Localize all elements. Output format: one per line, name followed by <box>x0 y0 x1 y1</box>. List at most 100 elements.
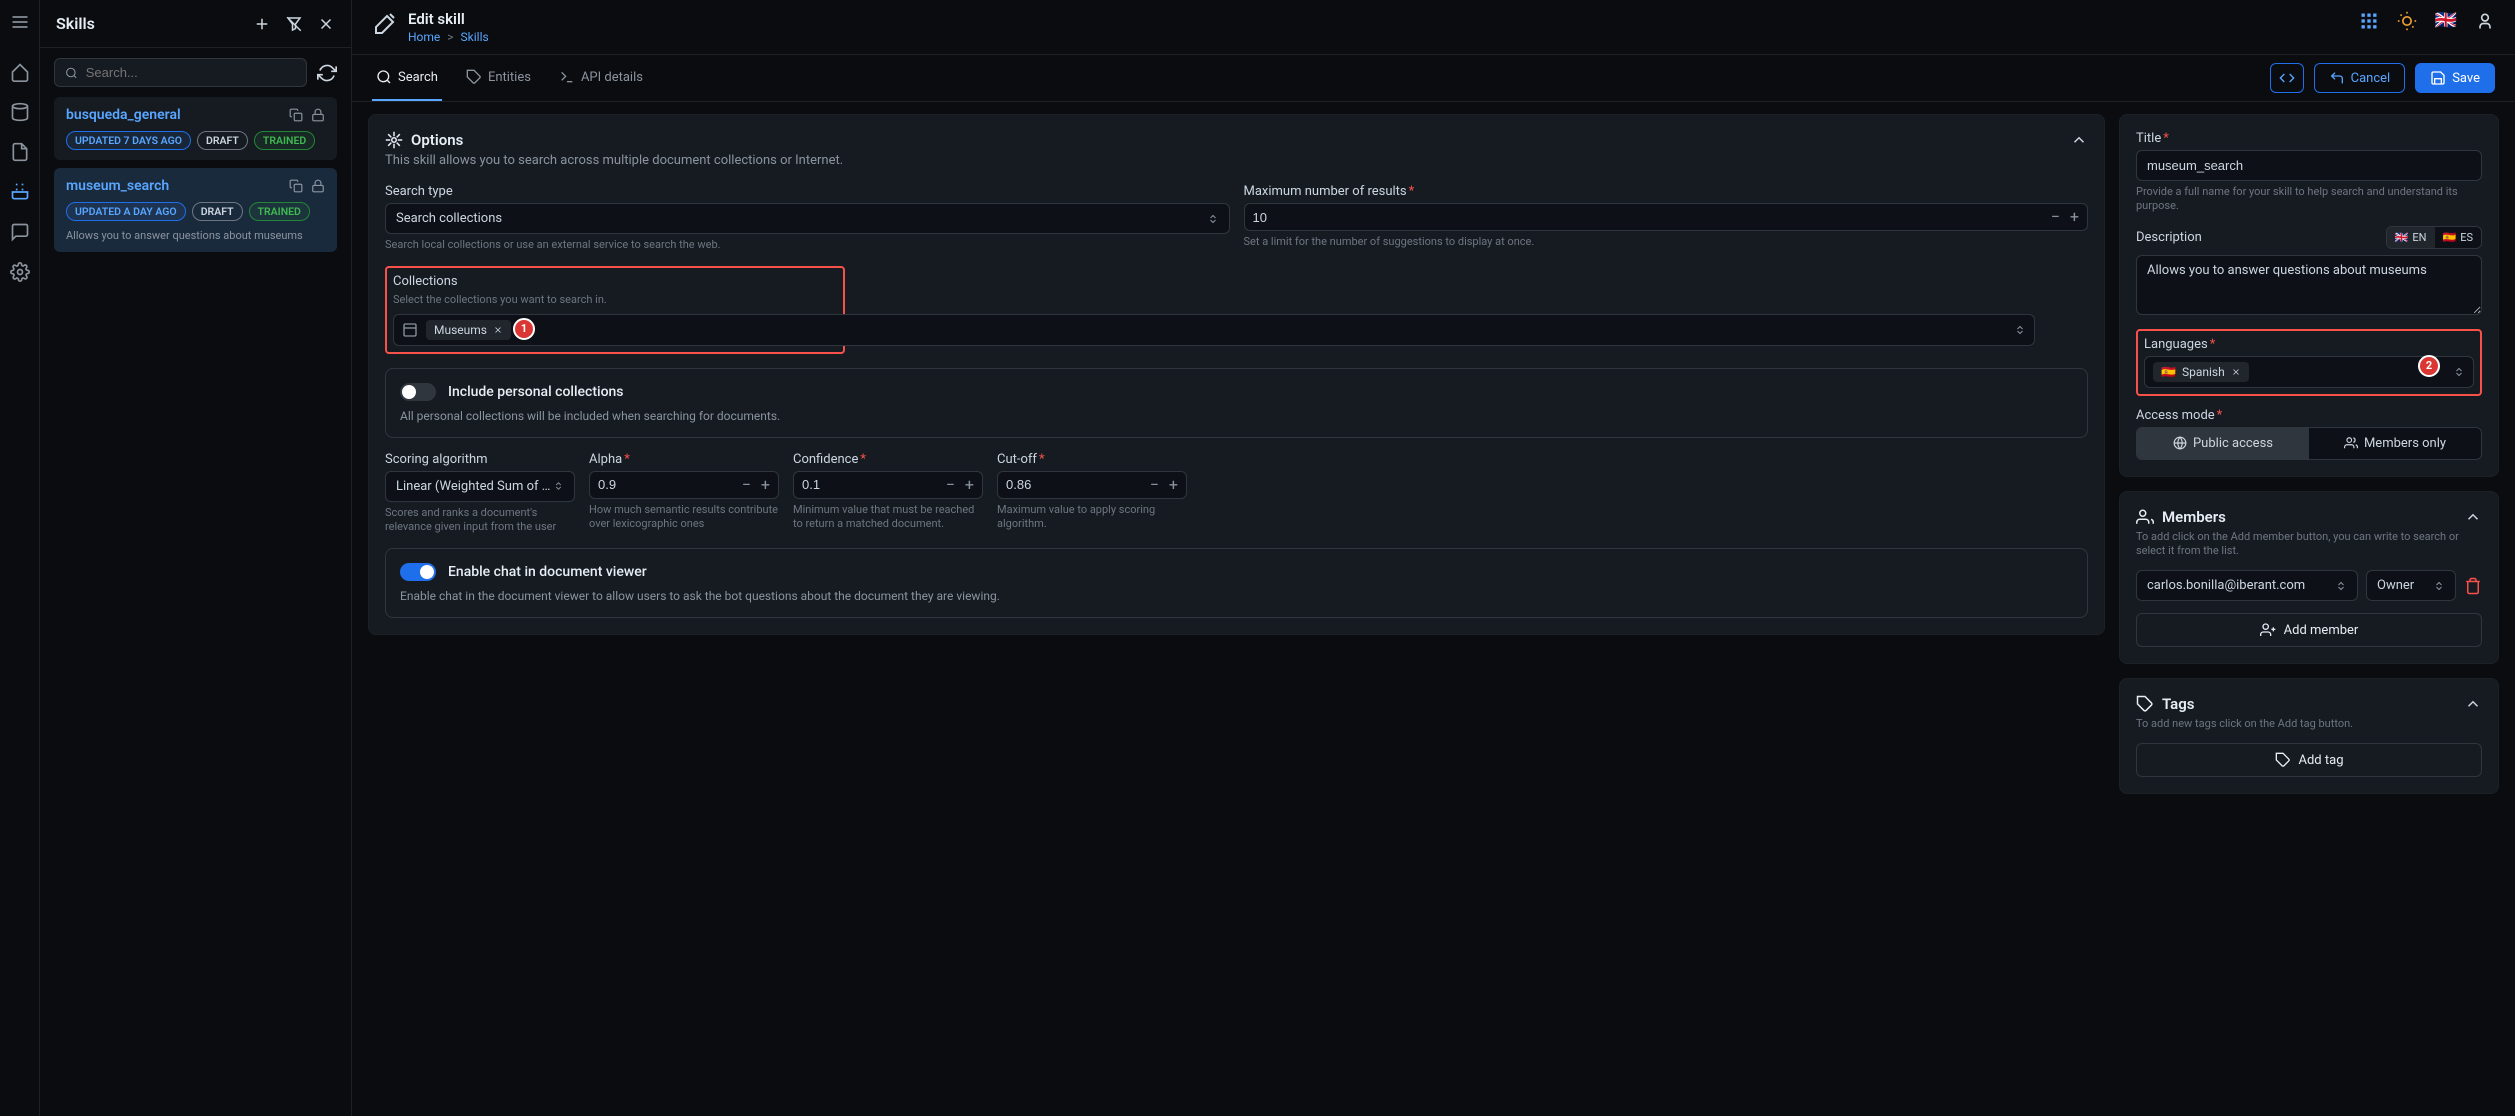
page-title: Edit skill <box>408 10 489 28</box>
add-member-button[interactable]: Add member <box>2136 613 2482 647</box>
tab-entities[interactable]: Entities <box>462 55 535 101</box>
annotation-badge-2: 2 <box>2418 355 2440 377</box>
public-access-button[interactable]: Public access <box>2137 428 2309 459</box>
collapse-icon[interactable] <box>2070 131 2088 149</box>
search-type-label: Search type <box>385 184 1230 199</box>
filter-off-icon[interactable] <box>285 15 303 33</box>
chat-toggle[interactable] <box>400 563 436 581</box>
members-panel: Members To add click on the Add member b… <box>2119 491 2499 665</box>
tag-icon <box>2136 695 2154 713</box>
skill-name: busqueda_general <box>66 107 181 123</box>
theme-icon[interactable] <box>2397 11 2417 31</box>
skill-item[interactable]: busqueda_general UPDATED 7 DAYS AGO DRAF… <box>54 97 337 160</box>
copy-icon[interactable] <box>289 108 303 122</box>
icon-rail <box>0 0 40 1116</box>
max-results-label: Maximum number of results* <box>1244 184 2089 199</box>
skill-desc: Allows you to answer questions about mus… <box>66 229 325 242</box>
tags-panel: Tags To add new tags click on the Add ta… <box>2119 678 2499 794</box>
user-icon[interactable] <box>2475 11 2495 31</box>
undo-icon <box>2329 70 2345 86</box>
chevron-updown-icon <box>2433 580 2445 592</box>
options-subtitle: This skill allows you to search across m… <box>385 153 2088 168</box>
save-icon <box>2430 70 2446 86</box>
menu-icon[interactable] <box>10 12 30 32</box>
gear-icon <box>385 131 403 149</box>
database-icon[interactable] <box>10 102 30 122</box>
add-tag-button[interactable]: Add tag <box>2136 743 2482 777</box>
desc-lang-toggle[interactable]: 🇬🇧 EN 🇪🇸 ES <box>2386 226 2482 249</box>
search-input[interactable] <box>54 58 307 87</box>
chat-icon[interactable] <box>10 222 30 242</box>
delete-member-icon[interactable] <box>2464 577 2482 595</box>
desc-textarea[interactable] <box>2136 255 2482 315</box>
close-icon[interactable] <box>317 15 335 33</box>
chevron-updown-icon <box>1207 213 1219 225</box>
refresh-icon[interactable] <box>317 63 337 83</box>
confidence-input[interactable]: −+ <box>793 471 983 499</box>
search-type-select[interactable]: Search collections <box>385 203 1230 234</box>
access-mode-toggle[interactable]: Public access Members only <box>2136 427 2482 460</box>
remove-chip-icon[interactable] <box>493 325 503 335</box>
cancel-button[interactable]: Cancel <box>2314 63 2406 93</box>
title-input[interactable] <box>2136 150 2482 181</box>
collections-label: Collections <box>393 274 837 289</box>
chevron-updown-icon <box>2453 366 2465 378</box>
skill-name: museum_search <box>66 178 169 194</box>
settings-icon[interactable] <box>10 262 30 282</box>
apps-icon[interactable] <box>2359 11 2379 31</box>
sidebar: Skills busqueda_general <box>40 0 352 1116</box>
updated-badge: UPDATED 7 DAYS AGO <box>66 131 191 150</box>
member-select[interactable]: carlos.bonilla@iberant.com <box>2136 570 2358 601</box>
add-icon[interactable] <box>253 15 271 33</box>
users-icon <box>2136 508 2154 526</box>
save-button[interactable]: Save <box>2415 63 2495 93</box>
search-icon <box>65 66 78 80</box>
code-icon <box>2279 70 2295 86</box>
skill-item[interactable]: museum_search UPDATED A DAY AGO DRAFT TR… <box>54 168 337 252</box>
options-panel: Options This skill allows you to search … <box>368 114 2105 635</box>
sidebar-title: Skills <box>56 14 95 33</box>
collections-input[interactable]: Museums <box>393 314 2035 346</box>
api-icon <box>559 69 575 85</box>
draft-badge: DRAFT <box>197 131 248 150</box>
lock-icon <box>311 179 325 193</box>
remove-chip-icon[interactable] <box>2231 367 2241 377</box>
cutoff-input[interactable]: −+ <box>997 471 1187 499</box>
chevron-updown-icon <box>2014 324 2026 336</box>
collapse-icon[interactable] <box>2464 508 2482 526</box>
tag-icon <box>466 69 482 85</box>
skills-wand-icon[interactable] <box>10 182 30 202</box>
tab-search[interactable]: Search <box>372 55 442 101</box>
tab-api[interactable]: API details <box>555 55 647 101</box>
collection-icon <box>402 322 418 338</box>
trained-badge: TRAINED <box>254 131 315 150</box>
annotation-badge-1: 1 <box>513 318 535 340</box>
chevron-updown-icon <box>2335 580 2347 592</box>
trained-badge: TRAINED <box>249 202 310 221</box>
language-flag-icon[interactable]: 🇬🇧 <box>2435 10 2457 31</box>
draft-badge: DRAFT <box>192 202 243 221</box>
tag-icon <box>2275 752 2291 768</box>
lock-icon <box>311 108 325 122</box>
personal-toggle[interactable] <box>400 383 436 401</box>
updated-badge: UPDATED A DAY AGO <box>66 202 186 221</box>
home-icon[interactable] <box>10 62 30 82</box>
document-icon[interactable] <box>10 142 30 162</box>
code-button[interactable] <box>2270 63 2304 93</box>
globe-icon <box>2173 436 2187 450</box>
scoring-label: Scoring algorithm <box>385 452 575 467</box>
role-select[interactable]: Owner <box>2366 570 2456 601</box>
copy-icon[interactable] <box>289 179 303 193</box>
wand-icon <box>372 12 396 36</box>
members-only-button[interactable]: Members only <box>2309 428 2481 459</box>
collection-chip: Museums <box>426 320 511 340</box>
minus-icon[interactable]: − <box>2051 209 2060 225</box>
meta-panel: Title* Provide a full name for your skil… <box>2119 114 2499 477</box>
user-plus-icon <box>2260 622 2276 638</box>
max-results-input[interactable]: −+ <box>1244 203 2089 231</box>
alpha-input[interactable]: −+ <box>589 471 779 499</box>
language-chip: 🇪🇸 Spanish <box>2153 362 2249 382</box>
collapse-icon[interactable] <box>2464 695 2482 713</box>
plus-icon[interactable]: + <box>2070 209 2079 225</box>
scoring-select[interactable]: Linear (Weighted Sum of Scor <box>385 471 575 502</box>
